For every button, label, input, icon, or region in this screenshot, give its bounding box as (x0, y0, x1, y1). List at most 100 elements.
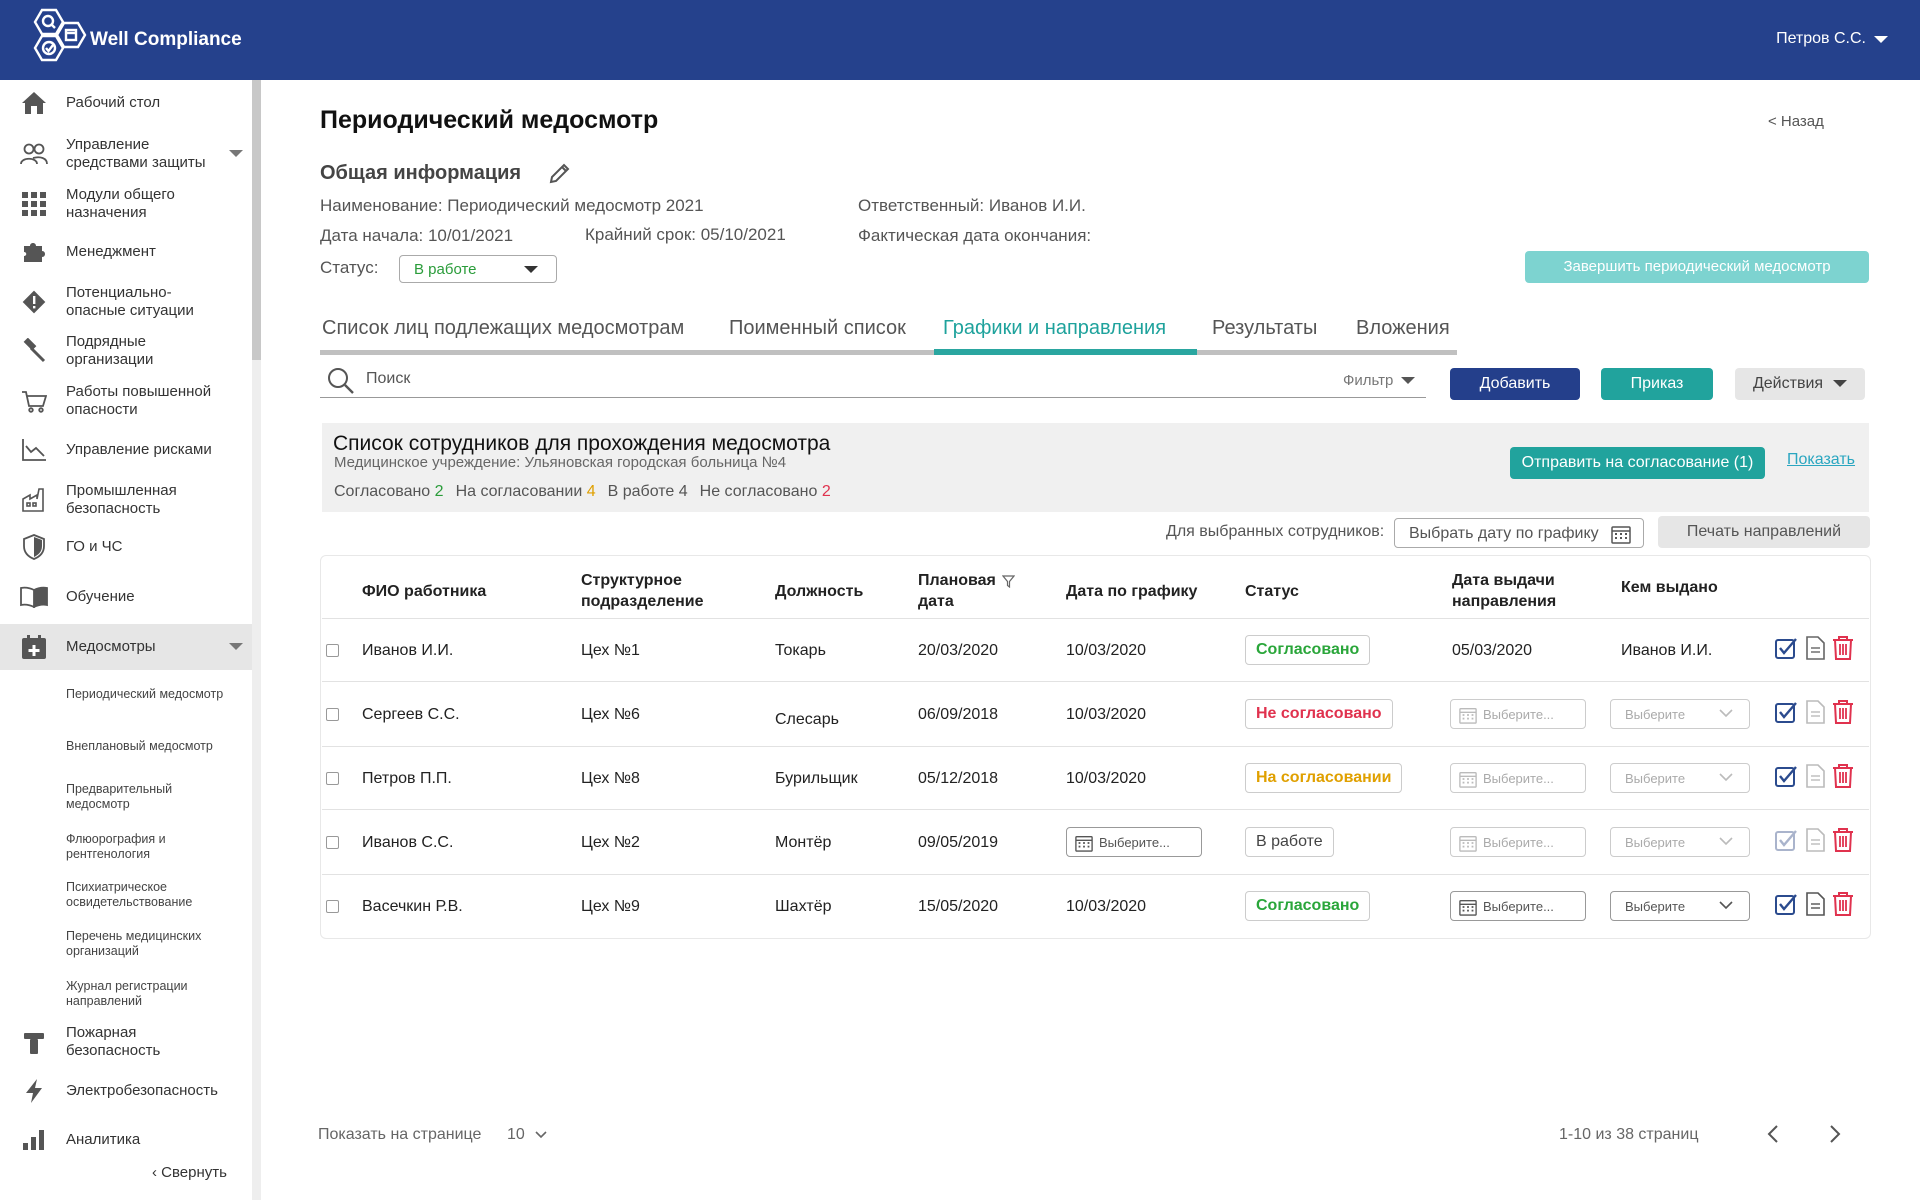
issued-by-select[interactable]: Выберите (1610, 699, 1750, 729)
issue-date-input[interactable]: Выберите... (1450, 763, 1586, 793)
sidebar-item-general-modules[interactable]: Модули общего назначения (0, 184, 252, 224)
issue-date-input[interactable]: Выберите... (1450, 699, 1586, 729)
order-button[interactable]: Приказ (1601, 368, 1713, 400)
issued-by-select[interactable]: Выберите (1610, 763, 1750, 793)
scheduled-date-input[interactable]: Выберите... (1066, 827, 1202, 857)
approve-check-icon[interactable] (1774, 764, 1798, 788)
document-icon[interactable] (1804, 828, 1826, 852)
issue-date-input[interactable]: Выберите... (1450, 891, 1586, 921)
print-referrals-button[interactable]: Печать направлений (1658, 516, 1870, 548)
chevron-down-icon (1719, 773, 1733, 782)
delete-icon[interactable] (1832, 892, 1854, 916)
status-select[interactable]: В работе (399, 255, 557, 283)
sidebar-item-desktop[interactable]: Рабочий стол (0, 88, 252, 118)
send-for-approval-button[interactable]: Отправить на согласование (1) (1510, 447, 1765, 479)
sidebar-item-protection[interactable]: Управление средствами защиты (0, 134, 252, 174)
delete-icon[interactable] (1832, 700, 1854, 724)
cell-scheduled-date: 10/03/2020 (1066, 770, 1147, 787)
search-input[interactable] (366, 370, 966, 388)
sidebar-subitem-referral-log[interactable]: Журнал регистрации направлений (66, 979, 216, 1009)
delete-icon[interactable] (1832, 636, 1854, 660)
issued-by-select[interactable]: Выберите (1610, 827, 1750, 857)
cell-position: Бурильщик (775, 770, 858, 787)
document-icon[interactable] (1804, 700, 1826, 724)
row-checkbox[interactable] (326, 644, 339, 657)
pick-schedule-date-button[interactable]: Выбрать дату по графику (1394, 518, 1644, 548)
delete-icon[interactable] (1832, 764, 1854, 788)
col-header-issue-date[interactable]: Дата выдачи направления (1452, 570, 1562, 612)
sidebar-item-risk-management[interactable]: Управление рисками (0, 436, 252, 464)
sidebar-subitem-unscheduled[interactable]: Внеплановый медосмотр (66, 739, 213, 754)
tab-named-list[interactable]: Поименный список (729, 317, 906, 340)
sidebar-item-label: Работы повышенной опасности (66, 383, 212, 418)
sidebar-item-training[interactable]: Обучение (0, 583, 252, 611)
row-checkbox[interactable] (326, 772, 339, 785)
cell-name: Иванов И.И. (362, 642, 454, 659)
sidebar-subitem-preliminary[interactable]: Предварительный медосмотр (66, 782, 216, 812)
col-header-position[interactable]: Должность (775, 581, 863, 602)
show-link[interactable]: Показать (1787, 451, 1855, 469)
select-placeholder: Выберите (1625, 707, 1686, 722)
sidebar-scrollbar-thumb[interactable] (252, 80, 261, 360)
finish-exam-button[interactable]: Завершить периодический медосмотр (1525, 251, 1869, 283)
col-header-issued-by[interactable]: Кем выдано (1621, 577, 1718, 598)
counter-rejected: Не согласовано 2 (699, 483, 831, 500)
delete-icon[interactable] (1832, 828, 1854, 852)
row-divider (322, 746, 1869, 747)
edit-pencil-icon[interactable] (548, 161, 572, 185)
sidebar-subitem-medical-orgs[interactable]: Перечень медицинских организаций (66, 929, 226, 959)
col-header-status[interactable]: Статус (1245, 581, 1299, 602)
row-checkbox[interactable] (326, 900, 339, 913)
sidebar-item-industrial-safety[interactable]: Промышленная безопасность (0, 480, 252, 520)
tab-schedules[interactable]: Графики и направления (943, 317, 1166, 340)
issued-by-select[interactable]: Выберите (1610, 891, 1750, 921)
cell-planned-date: 06/09/2018 (918, 706, 999, 723)
sidebar-item-high-risk-works[interactable]: Работы повышенной опасности (0, 381, 252, 421)
approve-check-icon[interactable] (1774, 828, 1798, 852)
back-link[interactable]: < Назад (1768, 113, 1824, 130)
sidebar-subitem-fluorography[interactable]: Флюорография и рентгенология (66, 832, 216, 862)
tab-persons-list[interactable]: Список лиц подлежащих медосмотрам (322, 317, 684, 340)
add-button[interactable]: Добавить (1450, 368, 1580, 400)
sidebar-item-civil-defense[interactable]: ГО и ЧС (0, 533, 252, 561)
cell-issued-by: Иванов И.И. (1621, 642, 1713, 659)
date-placeholder: Выберите... (1099, 835, 1170, 850)
approve-check-icon[interactable] (1774, 892, 1798, 916)
tab-results[interactable]: Результаты (1212, 317, 1317, 340)
row-divider (322, 618, 1869, 619)
sidebar-subitem-psychiatric[interactable]: Психиатрическое освидетельствование (66, 880, 226, 910)
approve-check-icon[interactable] (1774, 700, 1798, 724)
issue-date-input[interactable]: Выберите... (1450, 827, 1586, 857)
col-header-planned-date[interactable]: Плановая дата (918, 570, 1002, 612)
tab-attachments[interactable]: Вложения (1356, 317, 1450, 340)
counter-pending: На согласовании 4 (455, 483, 596, 500)
document-icon[interactable] (1804, 636, 1826, 660)
col-header-dept[interactable]: Структурное подразделение (581, 570, 721, 612)
chevron-left-icon[interactable] (1764, 1122, 1784, 1146)
sidebar-item-label: Пожарная безопасность (66, 1024, 161, 1059)
col-header-scheduled-date[interactable]: Дата по графику (1066, 581, 1197, 602)
document-icon[interactable] (1804, 892, 1826, 916)
approve-check-icon[interactable] (1774, 636, 1798, 660)
filter-icon[interactable] (1002, 575, 1015, 588)
per-page-select[interactable]: 10 (507, 1126, 547, 1144)
user-menu[interactable]: Петров С.С. (1776, 30, 1888, 48)
filter-dropdown[interactable]: Фильтр (1343, 372, 1416, 389)
sidebar-item-contractors[interactable]: Подрядные организации (0, 331, 252, 371)
sidebar-item-analytics[interactable]: Аналитика (0, 1126, 252, 1154)
col-header-name[interactable]: ФИО работника (362, 581, 486, 602)
sidebar-item-fire-safety[interactable]: Пожарная безопасность (0, 1022, 252, 1062)
document-icon[interactable] (1804, 764, 1826, 788)
actions-dropdown[interactable]: Действия (1735, 368, 1865, 400)
sidebar-item-electrical-safety[interactable]: Электробезопасность (0, 1077, 252, 1105)
sidebar-item-hazard-situations[interactable]: Потенциально-опасные ситуации (0, 282, 252, 322)
status-badge: На согласовании (1245, 763, 1403, 793)
sidebar-collapse-button[interactable]: ‹ Свернуть (152, 1164, 227, 1181)
sidebar-subitem-periodic[interactable]: Периодический медосмотр (66, 687, 223, 702)
row-checkbox[interactable] (326, 708, 339, 721)
sidebar-item-management[interactable]: Менеджмент (0, 238, 252, 266)
top-bar: Well Compliance Петров С.С. (0, 0, 1920, 80)
chevron-right-icon[interactable] (1824, 1122, 1844, 1146)
sidebar-item-medical-exams[interactable]: Медосмотры (0, 624, 252, 670)
row-checkbox[interactable] (326, 836, 339, 849)
